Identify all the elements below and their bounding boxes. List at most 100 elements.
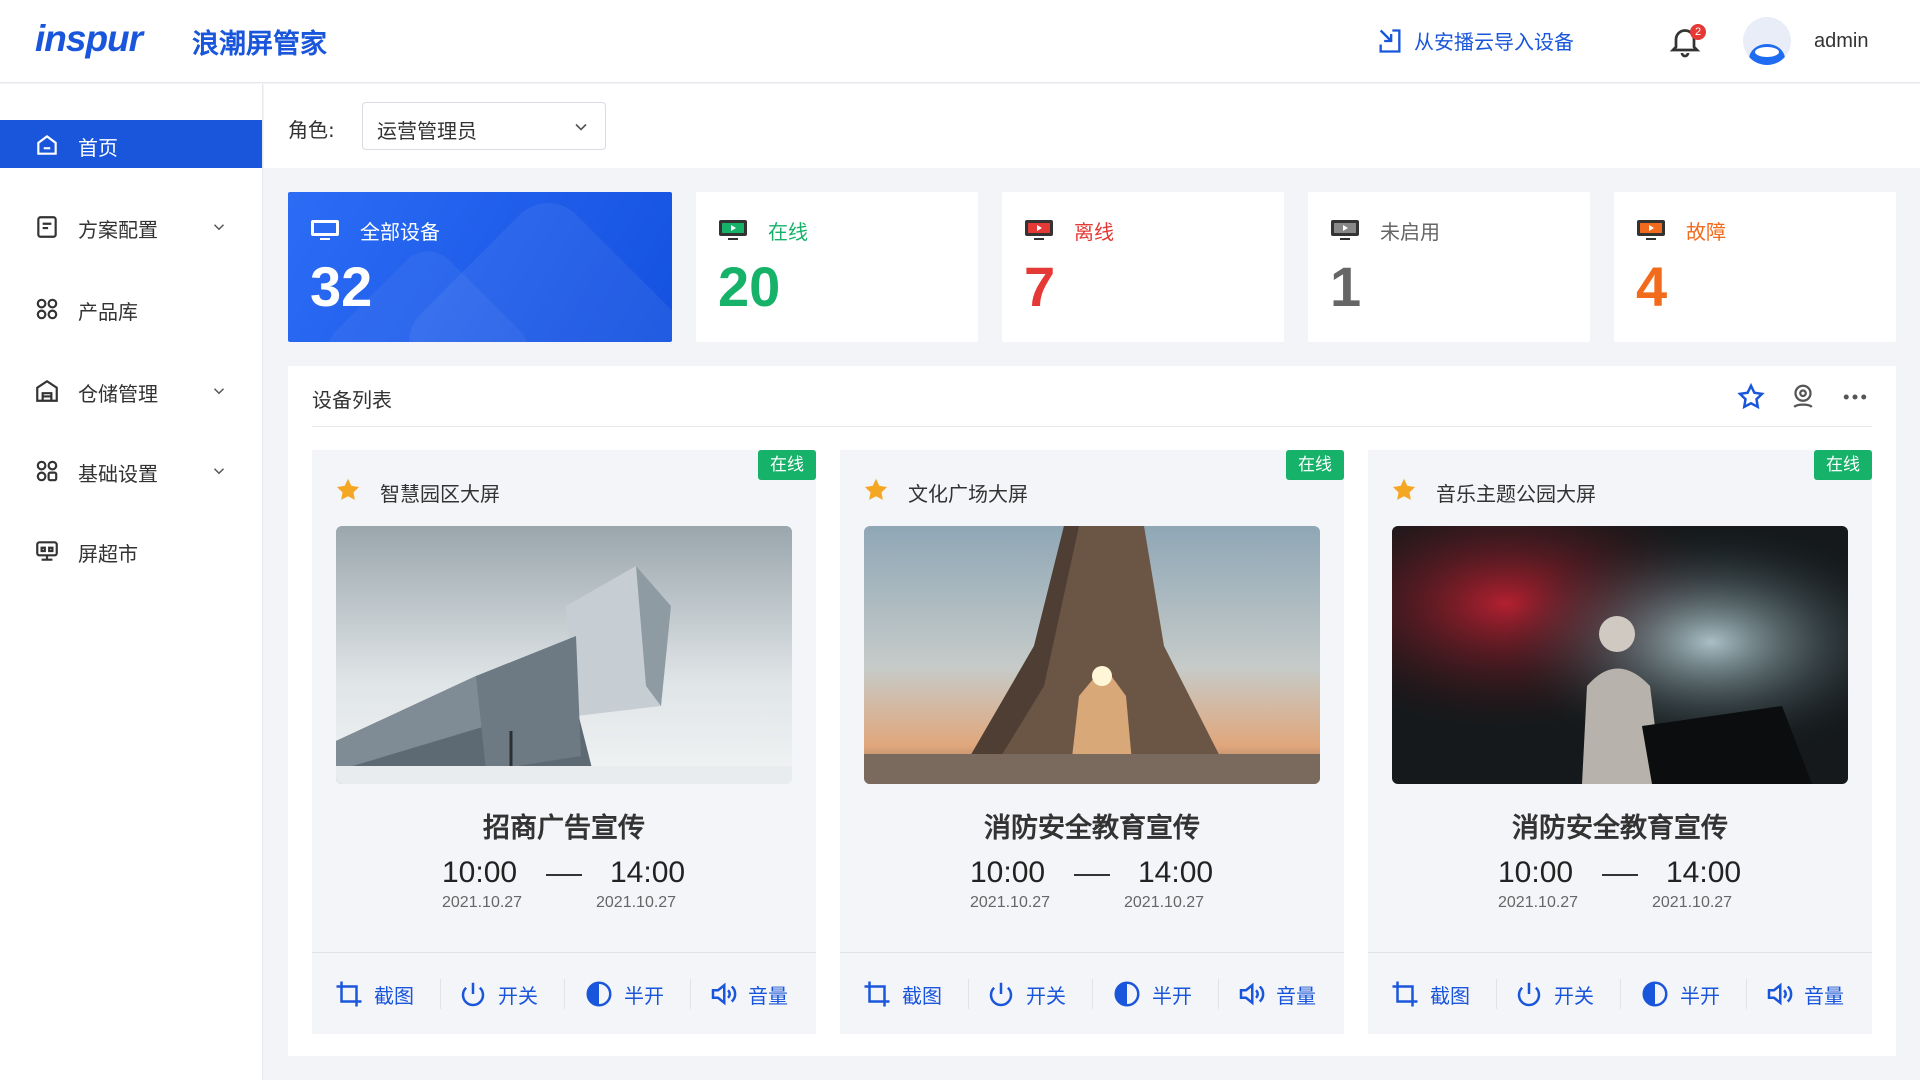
avatar[interactable] xyxy=(1743,17,1791,65)
sidebar-item-label: 基础设置 xyxy=(78,462,158,486)
action-label: 音量 xyxy=(1804,983,1844,1008)
end-time: 14:00 xyxy=(610,856,686,889)
stat-label: 未启用 xyxy=(1380,220,1440,244)
device-actions: 截图 开关 半开 音量 xyxy=(840,952,1344,1034)
power-button[interactable]: 开关 xyxy=(1514,977,1594,1011)
end-time: 14:00 xyxy=(1138,856,1214,889)
device-preview-image[interactable] xyxy=(864,526,1320,784)
volume-button[interactable]: 音量 xyxy=(708,977,788,1011)
sidebar-item-label: 方案配置 xyxy=(78,218,158,242)
power-icon xyxy=(1517,982,1541,1007)
stat-card-all-devices[interactable]: 全部设备 32 xyxy=(288,192,672,342)
volume-button[interactable]: 音量 xyxy=(1764,977,1844,1011)
stat-card-inactive[interactable]: 未启用 1 xyxy=(1308,192,1590,342)
screenshot-button[interactable]: 截图 xyxy=(334,977,414,1011)
device-card[interactable]: 音乐主题公园大屏 在线 消防安全教育宣传 10:00 2021.10.27 14… xyxy=(1368,450,1872,1034)
warehouse-icon xyxy=(36,379,58,402)
volume-button[interactable]: 音量 xyxy=(1236,977,1316,1011)
start-time: 10:00 xyxy=(442,856,518,889)
notification-badge: 2 xyxy=(1690,24,1706,40)
action-label: 截图 xyxy=(902,983,942,1008)
power-icon xyxy=(989,982,1013,1007)
star-icon[interactable] xyxy=(862,476,890,504)
star-icon[interactable] xyxy=(1390,476,1418,504)
half-open-button[interactable]: 半开 xyxy=(584,977,664,1011)
half-open-button[interactable]: 半开 xyxy=(1640,977,1720,1011)
crop-icon xyxy=(1392,981,1418,1007)
volume-icon xyxy=(711,982,737,1006)
sidebar-item-label: 仓储管理 xyxy=(78,382,158,406)
program-name: 消防安全教育宣传 xyxy=(1512,813,1728,844)
stat-value: 20 xyxy=(718,255,781,318)
device-preview-image[interactable] xyxy=(1392,526,1848,784)
grid-icon xyxy=(36,298,58,320)
apps-icon xyxy=(36,460,58,482)
app-title: 浪潮屏管家 xyxy=(192,29,327,60)
role-select-value: 运营管理员 xyxy=(377,119,477,143)
start-date: 2021.10.27 xyxy=(442,894,523,911)
stat-value: 32 xyxy=(310,255,373,318)
action-label: 截图 xyxy=(1430,983,1470,1008)
program-name: 招商广告宣传 xyxy=(483,813,645,844)
power-icon xyxy=(461,982,485,1007)
end-date: 2021.10.27 xyxy=(1124,894,1205,911)
top-header: inspur 浪潮屏管家 从安播云导入设备 2 admin xyxy=(0,0,1920,83)
stat-card-fault[interactable]: 故障 4 xyxy=(1614,192,1896,342)
time-separator xyxy=(546,874,582,876)
star-icon[interactable] xyxy=(334,476,362,504)
device-actions: 截图 开关 半开 音量 xyxy=(1368,952,1872,1034)
action-label: 半开 xyxy=(624,983,664,1008)
power-button[interactable]: 开关 xyxy=(458,977,538,1011)
sidebar-item-product-library[interactable]: 产品库 xyxy=(0,284,262,332)
device-actions: 截图 开关 半开 音量 xyxy=(312,952,816,1034)
stat-card-online[interactable]: 在线 20 xyxy=(696,192,978,342)
sidebar-item-solution-config[interactable]: 方案配置 xyxy=(0,202,262,250)
device-card[interactable]: 文化广场大屏 在线 消防安全教育宣传 10:00 2021.10.27 14:0… xyxy=(840,450,1344,1034)
status-badge: 在线 xyxy=(1814,450,1872,480)
action-label: 截图 xyxy=(374,983,414,1008)
action-label: 音量 xyxy=(748,983,788,1008)
device-card[interactable]: 智慧园区大屏 在线 招商广告宣传 10:00 2021.10.27 14:00 … xyxy=(312,450,816,1034)
import-devices-button[interactable]: 从安播云导入设备 xyxy=(1376,26,1574,55)
device-preview-image[interactable] xyxy=(336,526,792,784)
sidebar-item-label: 首页 xyxy=(78,136,118,160)
volume-icon xyxy=(1239,982,1265,1006)
screenshot-button[interactable]: 截图 xyxy=(862,977,942,1011)
role-filter-bar: 角色: 运营管理员 xyxy=(264,84,1920,168)
sidebar-item-label: 产品库 xyxy=(78,300,138,324)
screen-offline-icon xyxy=(1025,220,1053,240)
stat-label: 在线 xyxy=(768,220,808,244)
power-button[interactable]: 开关 xyxy=(986,977,1066,1011)
stat-value: 7 xyxy=(1024,255,1056,318)
more-icon[interactable] xyxy=(1840,382,1870,412)
screenshot-button[interactable]: 截图 xyxy=(1390,977,1470,1011)
stat-card-offline[interactable]: 离线 7 xyxy=(1002,192,1284,342)
sidebar-item-label: 屏超市 xyxy=(78,542,138,566)
role-select[interactable]: 运营管理员 xyxy=(362,102,606,150)
start-date: 2021.10.27 xyxy=(1498,894,1579,911)
status-badge: 在线 xyxy=(1286,450,1344,480)
chevron-down-icon xyxy=(213,388,225,395)
half-circle-icon xyxy=(1642,981,1668,1007)
inspur-logo[interactable]: inspur xyxy=(35,18,143,60)
location-icon[interactable] xyxy=(1788,382,1818,412)
time-separator xyxy=(1602,874,1638,876)
sidebar-item-home[interactable]: 首页 xyxy=(0,120,262,168)
sidebar-item-screen-market[interactable]: 屏超市 xyxy=(0,526,262,574)
sidebar: 首页 方案配置 产品库 仓储管理 基础设置 屏超市 xyxy=(0,84,263,1080)
crop-icon xyxy=(336,981,362,1007)
stat-label: 全部设备 xyxy=(360,220,440,244)
star-outline-icon[interactable] xyxy=(1736,382,1766,412)
sidebar-item-basic-settings[interactable]: 基础设置 xyxy=(0,446,262,494)
stat-value: 1 xyxy=(1330,255,1362,318)
action-label: 开关 xyxy=(1554,983,1594,1008)
user-name[interactable]: admin xyxy=(1814,30,1868,53)
action-label: 半开 xyxy=(1680,983,1720,1008)
device-name: 智慧园区大屏 xyxy=(380,482,500,506)
crop-icon xyxy=(864,981,890,1007)
device-list-title: 设备列表 xyxy=(312,388,392,412)
sidebar-item-warehouse[interactable]: 仓储管理 xyxy=(0,366,262,414)
half-open-button[interactable]: 半开 xyxy=(1112,977,1192,1011)
start-time: 10:00 xyxy=(970,856,1046,889)
action-label: 音量 xyxy=(1276,983,1316,1008)
